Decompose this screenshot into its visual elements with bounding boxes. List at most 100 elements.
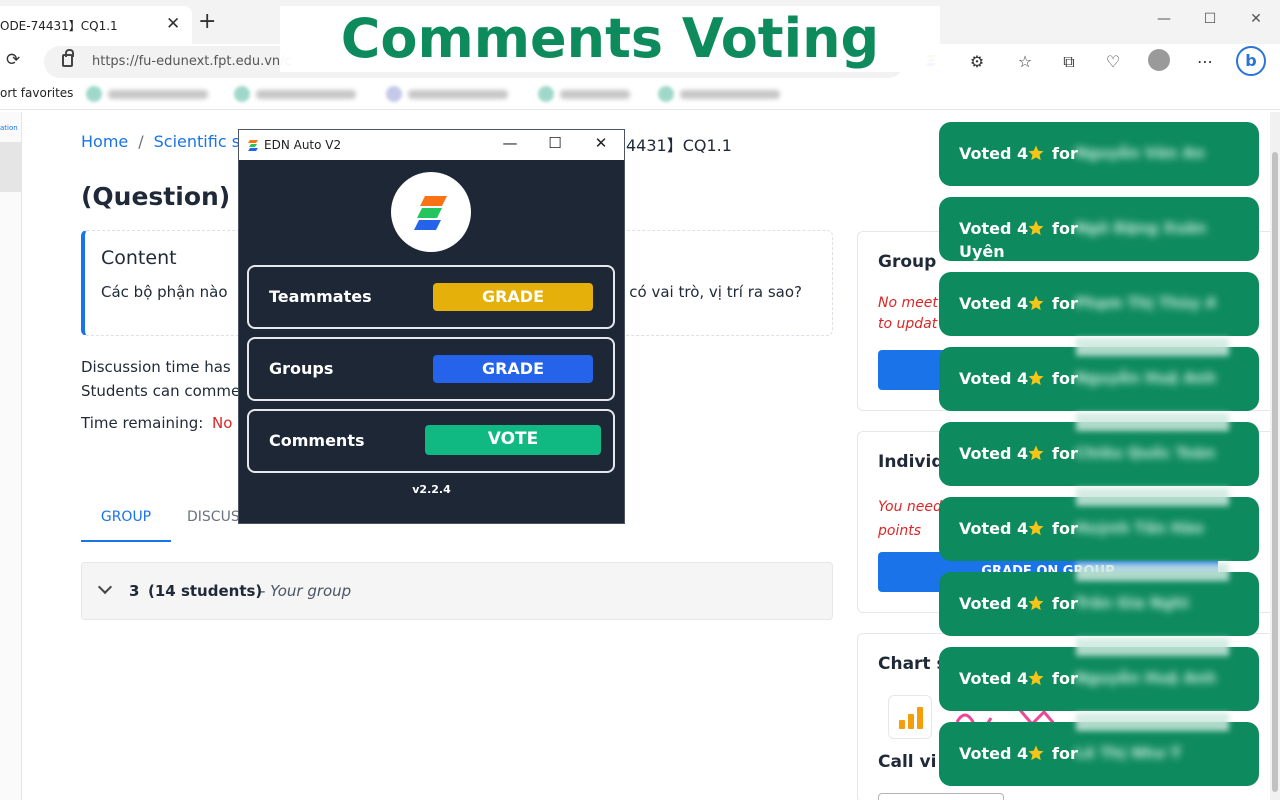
toast-student-name: Phạm Thị Thùy An [1075,294,1215,312]
groups-label: Groups [269,359,334,378]
more-icon[interactable]: ⋯ [1194,52,1216,71]
favorite-item[interactable] [86,86,216,102]
edn-version: v2.2.4 [412,483,451,496]
toast-for-text: for [1052,744,1078,763]
blur-overlay [1076,638,1229,656]
individual-card-title: Individ [878,452,944,472]
blur-overlay [1076,563,1229,581]
tab-close-icon[interactable]: ✕ [166,14,180,34]
teammates-label: Teammates [269,287,372,306]
time-remaining-value: No [212,414,233,432]
vote-toast: Voted 4 for Ngô Đặng Xuân Uyên [939,197,1259,261]
toast-for-text: for [1052,294,1078,313]
toast-student-name: Trần Gia Nghi [1075,594,1189,612]
url-text: https://fu-edunext.fpt.edu.vn/c [92,54,292,69]
blur-overlay [1076,338,1229,356]
bing-icon[interactable]: b [1236,46,1266,76]
star-icon [1027,144,1045,162]
toast-voted-text: Voted 4 [959,219,1029,238]
favorite-item[interactable] [538,86,668,102]
teammates-grade-button[interactable]: GRADE [433,283,593,311]
breadcrumb-separator: / [138,132,144,151]
toast-for-text: for [1052,444,1078,463]
sidebar-selected-item[interactable] [0,142,22,192]
comments-row: Comments VOTE [247,409,615,473]
extensions-icon[interactable]: ⚙ [966,52,988,71]
star-icon [1027,444,1045,462]
group-card-warning-2: to updat [878,316,938,332]
favorite-item[interactable] [386,86,516,102]
teammates-row: Teammates GRADE [247,265,615,329]
toast-student-name: Nguyễn Huệ Anh [1075,369,1215,387]
bar-chart-icon[interactable] [888,695,932,739]
blur-overlay [1076,488,1229,506]
favorites-bar: ort favorites [0,80,1280,110]
breadcrumb-course[interactable]: Scientific s [154,132,240,151]
edn-titlebar[interactable]: EDN Auto V2 — ☐ ✕ [239,130,624,160]
breadcrumb-home[interactable]: Home [81,132,128,151]
star-icon [1027,294,1045,312]
reload-icon[interactable]: ⟳ [6,50,20,70]
collections-icon[interactable]: ⧉ [1058,52,1080,72]
favorite-item[interactable] [658,86,788,102]
tab-discussion[interactable]: DISCUS [187,509,240,525]
maximize-button[interactable]: ☐ [1200,11,1220,27]
favorites-label[interactable]: ort favorites [0,86,73,100]
edn-maximize-button[interactable]: ☐ [545,134,565,152]
groups-grade-button[interactable]: GRADE [433,355,593,383]
edn-logo-icon [391,172,471,252]
page-title: (Question) 【 [81,182,264,211]
star-icon [1027,594,1045,612]
vote-toast: Voted 4 for Nguyễn Huệ Anh [939,347,1259,411]
close-window-button[interactable]: ✕ [1246,11,1266,27]
vote-toast: Voted 4 for Nguyễn Huệ Anh [939,647,1259,711]
star-icon [1027,219,1045,237]
group-row[interactable]: 3 (14 students) - Your group [81,562,833,620]
new-tab-button[interactable]: + [198,11,216,33]
toast-for-text: for [1052,519,1078,538]
star-icon [1027,519,1045,537]
content-heading: Content [101,247,177,269]
edn-auto-window: EDN Auto V2 — ☐ ✕ Teammates GRADE Groups… [238,129,625,524]
toast-student-name: Lê Thị Như Ý [1075,744,1182,762]
browser-tab[interactable]: ODE-74431】CQ1.1 ✕ [0,6,192,44]
group-student-count: (14 students) [148,582,263,600]
blur-overlay [1076,713,1229,731]
group-card-title: Group [878,252,937,272]
edn-close-button[interactable]: ✕ [591,134,611,152]
students-comment-text: Students can comme [81,382,241,400]
lock-icon[interactable] [62,49,74,67]
minimize-button[interactable]: — [1154,11,1174,27]
vote-toast: Voted 4 for Chiêu Quốc Toàn [939,422,1259,486]
content-text: Các bộ phận nào [101,283,228,301]
groups-row: Groups GRADE [247,337,615,401]
performance-icon[interactable]: ♡ [1102,52,1124,71]
favorite-item[interactable] [234,86,364,102]
group-card-warning-1: No meet [878,295,938,311]
group-note: - Your group [260,582,352,600]
star-icon [1027,744,1045,762]
vote-toast: Voted 4 for Trần Gia Nghi [939,572,1259,636]
toast-for-text: for [1052,594,1078,613]
vote-toast: Voted 4 for Lê Thị Như Ý [939,722,1259,786]
tab-title: ODE-74431】CQ1.1 [0,19,118,33]
comments-vote-button[interactable]: VOTE [425,425,601,455]
individual-card-warning-1: You need [878,499,942,515]
vote-toast: Voted 4 for Nguyễn Văn An [939,122,1259,186]
left-sidebar: ation [0,112,22,800]
page-scrollbar[interactable] [1270,112,1280,800]
profile-avatar[interactable] [1148,49,1170,71]
favorites-icon[interactable]: ☆ [1014,52,1036,71]
star-icon [1027,669,1045,687]
toast-voted-text: Voted 4 [959,369,1029,388]
toast-voted-text: Voted 4 [959,444,1029,463]
sidebar-label[interactable]: ation [0,124,18,132]
tab-group[interactable]: GROUP [81,506,171,542]
edn-minimize-button[interactable]: — [500,134,520,152]
toast-for-text: for [1052,219,1078,238]
chevron-down-icon[interactable] [97,579,113,595]
star-icon [1027,369,1045,387]
toast-voted-text: Voted 4 [959,294,1029,313]
toast-for-text: for [1052,144,1078,163]
call-video-button[interactable] [878,793,1004,800]
